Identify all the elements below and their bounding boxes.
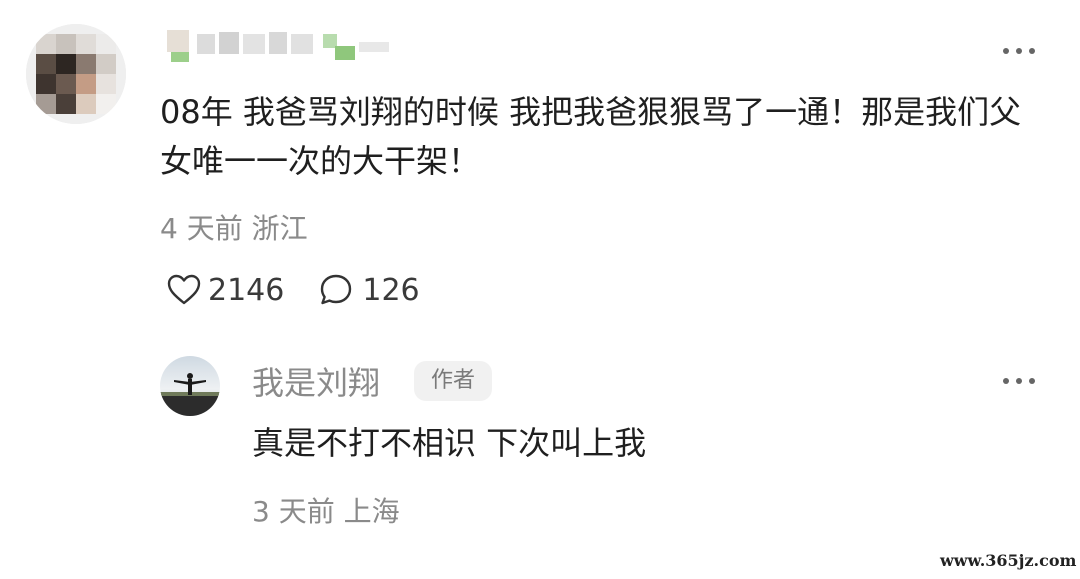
comment-text: 08年 我爸骂刘翔的时候 我把我爸狠狠骂了一通！那是我们父女唯一一次的大干架！ [160, 93, 1022, 180]
blurred-username-image [167, 30, 389, 62]
reply-text: 真是不打不相识 下次叫上我 [252, 424, 647, 462]
comment-bubble-icon [321, 274, 352, 305]
comment-location: 浙江 [251, 212, 308, 245]
reply-time: 3 天前 [252, 495, 335, 528]
avatar[interactable] [26, 24, 126, 124]
reply-location: 上海 [343, 495, 400, 528]
reply-button[interactable]: 126 [318, 272, 420, 308]
comment-time: 4 天前 [160, 212, 243, 245]
comment-actions: 2146 126 [166, 268, 420, 312]
blurred-username[interactable] [163, 24, 403, 68]
reply-username[interactable]: 我是刘翔 [252, 358, 380, 404]
like-button[interactable]: 2146 [166, 272, 284, 308]
more-options-button[interactable] [1000, 366, 1038, 396]
watermark: www.365jz.com [940, 551, 1077, 570]
pixelated-avatar-image [26, 24, 126, 124]
reply-meta: 3 天前 上海 [252, 490, 400, 530]
comment-meta: 4 天前 浙江 [160, 207, 308, 247]
reply-count: 126 [362, 272, 420, 308]
like-count: 2146 [208, 272, 285, 308]
silhouette-avatar-image [160, 356, 220, 416]
more-horizontal-icon [1003, 378, 1035, 384]
comment-thread: 08年 我爸骂刘翔的时候 我把我爸狠狠骂了一通！那是我们父女唯一一次的大干架！ … [0, 0, 1080, 579]
heart-icon [167, 274, 201, 305]
avatar[interactable] [160, 356, 220, 416]
more-options-button[interactable] [1000, 36, 1038, 66]
more-horizontal-icon [1003, 48, 1035, 54]
author-badge: 作者 [414, 361, 492, 401]
